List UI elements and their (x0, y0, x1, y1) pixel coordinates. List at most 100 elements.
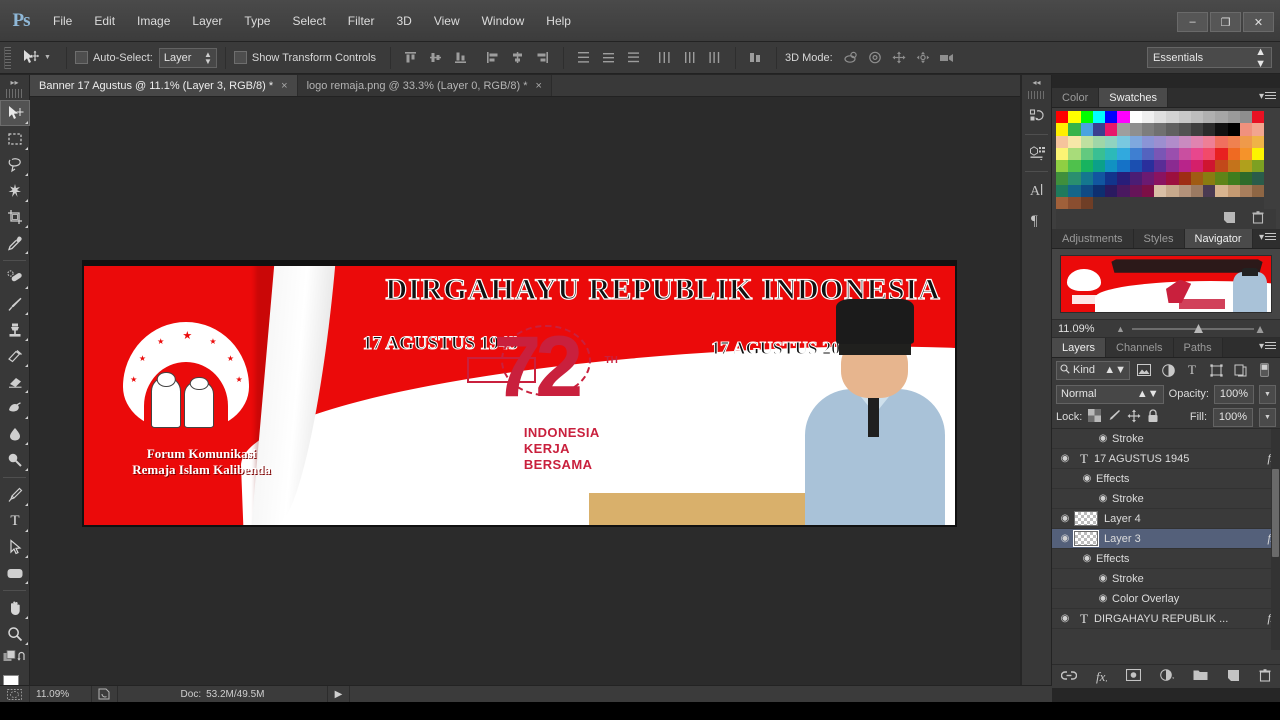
color-swatch[interactable] (1080, 172, 1093, 185)
adjustment-layer-icon[interactable] (1159, 669, 1175, 684)
color-swatch[interactable] (1080, 196, 1093, 209)
color-swatch[interactable] (1203, 172, 1216, 185)
color-swatch[interactable] (1105, 196, 1118, 209)
document-tab-banner[interactable]: Banner 17 Agustus @ 11.1% (Layer 3, RGB/… (30, 75, 298, 96)
minimize-button[interactable]: – (1177, 12, 1208, 32)
color-swatch[interactable] (1154, 184, 1167, 197)
color-swatch[interactable] (1105, 123, 1118, 136)
banner-artwork[interactable]: ★ ★ ★ ★ ★ ★ ★ Forum Komunikasi Remaja Is… (82, 260, 957, 527)
layer-list[interactable]: ◉Stroke◉T17 AGUSTUS 1945fx◉Effects◉Strok… (1052, 428, 1280, 650)
history-panel-icon[interactable] (1022, 101, 1052, 131)
color-swatch[interactable] (1117, 123, 1130, 136)
layer-row[interactable]: ◉TDIRGAHAYU REPUBLIK ...fx (1052, 609, 1280, 629)
menu-select[interactable]: Select (281, 10, 336, 32)
color-swatch[interactable] (1203, 160, 1216, 173)
layer-visibility-eye-icon[interactable]: ◉ (1094, 573, 1112, 584)
color-swatch[interactable] (1129, 123, 1142, 136)
pen-tool[interactable] (0, 482, 30, 508)
color-swatch[interactable] (1178, 196, 1191, 209)
color-swatch[interactable] (1154, 111, 1167, 124)
color-swatch[interactable] (1056, 111, 1069, 124)
3d-roll-icon[interactable] (863, 47, 887, 69)
move-tool[interactable] (0, 100, 30, 126)
color-swatch[interactable] (1190, 172, 1203, 185)
color-swatch[interactable] (1056, 123, 1069, 136)
tab-paths[interactable]: Paths (1173, 338, 1223, 357)
color-swatch[interactable] (1178, 172, 1191, 185)
filter-smart-object-icon[interactable] (1230, 361, 1250, 380)
zoom-in-icon[interactable]: ▲ (1254, 322, 1266, 336)
color-swatch[interactable] (1092, 172, 1105, 185)
color-swatch[interactable] (1129, 172, 1142, 185)
color-swatch[interactable] (1239, 135, 1252, 148)
zoom-out-icon[interactable]: ▲ (1116, 324, 1125, 334)
color-swatch[interactable] (1227, 135, 1240, 148)
color-swatch[interactable] (1092, 147, 1105, 160)
distribute-vertical-centers-icon[interactable] (597, 47, 621, 69)
color-swatch[interactable] (1203, 147, 1216, 160)
color-swatch[interactable] (1227, 147, 1240, 160)
new-group-icon[interactable] (1193, 669, 1208, 684)
clone-stamp-tool[interactable] (0, 317, 30, 343)
lock-image-icon[interactable] (1107, 409, 1121, 425)
distribute-left-edges-icon[interactable] (653, 47, 677, 69)
character-panel-icon[interactable]: A (1022, 175, 1052, 205)
filter-adjustment-icon[interactable] (1158, 361, 1178, 380)
color-swatch[interactable] (1080, 147, 1093, 160)
color-swatch[interactable] (1117, 135, 1130, 148)
layer-visibility-eye-icon[interactable]: ◉ (1056, 513, 1074, 524)
color-swatch[interactable] (1215, 135, 1228, 148)
color-swatch[interactable] (1092, 123, 1105, 136)
magic-wand-tool[interactable] (0, 178, 30, 204)
menu-image[interactable]: Image (126, 10, 181, 32)
layer-row[interactable]: ◉ Stroke (1052, 429, 1280, 449)
lasso-tool[interactable] (0, 152, 30, 178)
color-swatch[interactable] (1166, 160, 1179, 173)
layer-visibility-eye-icon[interactable]: ◉ (1078, 553, 1096, 564)
status-zoom-value[interactable]: 11.09% (30, 685, 92, 703)
filter-pixel-icon[interactable] (1134, 361, 1154, 380)
tab-layers[interactable]: Layers (1052, 338, 1107, 357)
link-layers-icon[interactable] (1061, 670, 1078, 684)
color-swatch[interactable] (1129, 160, 1142, 173)
navigator-preview[interactable] (1052, 249, 1280, 319)
color-swatch[interactable] (1117, 160, 1130, 173)
color-swatch[interactable] (1252, 135, 1265, 148)
color-swatch[interactable] (1203, 111, 1216, 124)
color-swatch[interactable] (1190, 160, 1203, 173)
eraser-tool[interactable] (0, 369, 30, 395)
color-swatch[interactable] (1178, 135, 1191, 148)
color-swatch[interactable] (1056, 160, 1069, 173)
collapse-tools-icon[interactable]: ▸▸ (0, 75, 29, 89)
3d-rotate-icon[interactable] (839, 47, 863, 69)
color-swatch[interactable] (1068, 196, 1081, 209)
color-swatch[interactable] (1178, 111, 1191, 124)
color-swatch[interactable] (1154, 172, 1167, 185)
layer-filter-kind-select[interactable]: Kind ▲▼ (1056, 360, 1130, 380)
color-swatch[interactable] (1215, 172, 1228, 185)
color-swatch[interactable] (1190, 147, 1203, 160)
menu-type[interactable]: Type (233, 10, 281, 32)
rectangle-shape-tool[interactable] (0, 560, 30, 586)
fill-chevron-down-icon[interactable]: ▼ (1259, 407, 1276, 427)
layers-panel-menu-icon[interactable]: ▾ (1259, 341, 1276, 352)
color-swatch[interactable] (1215, 184, 1228, 197)
align-left-edges-icon[interactable] (481, 47, 505, 69)
color-swatch[interactable] (1080, 111, 1093, 124)
color-swatch[interactable] (1166, 196, 1179, 209)
history-brush-tool[interactable] (0, 343, 30, 369)
new-swatch-icon[interactable] (1223, 211, 1236, 227)
color-swatch[interactable] (1068, 184, 1081, 197)
layer-filter-toggle[interactable] (1254, 361, 1274, 380)
color-swatch[interactable] (1203, 184, 1216, 197)
zoom-tool[interactable] (0, 621, 30, 647)
color-swatch[interactable] (1056, 147, 1069, 160)
menu-edit[interactable]: Edit (83, 10, 126, 32)
color-swatch[interactable] (1092, 160, 1105, 173)
close-icon[interactable]: × (281, 80, 287, 92)
distribute-right-edges-icon[interactable] (703, 47, 727, 69)
color-swatch[interactable] (1092, 196, 1105, 209)
spot-healing-brush-tool[interactable] (0, 265, 30, 291)
document-tab-logo[interactable]: logo remaja.png @ 33.3% (Layer 0, RGB/8)… (297, 75, 552, 96)
color-swatch[interactable] (1129, 184, 1142, 197)
